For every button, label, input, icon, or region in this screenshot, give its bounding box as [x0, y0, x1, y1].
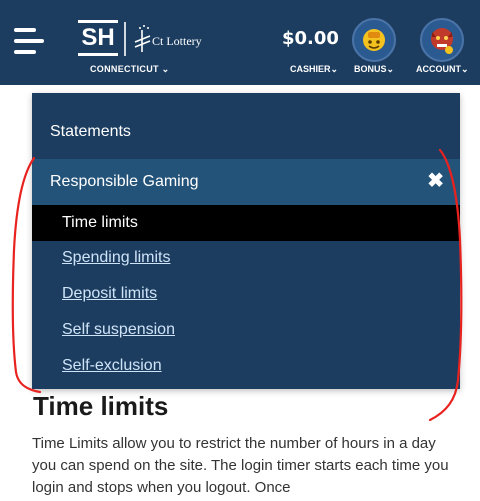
submenu-item-spending-limits[interactable]: Spending limits [62, 249, 171, 267]
ct-lottery-logo: Ct Lottery [132, 22, 222, 56]
menu-item-responsible-gaming[interactable]: Responsible Gaming ✖ [32, 159, 460, 205]
submenu-item-self-exclusion[interactable]: Self-exclusion [62, 357, 162, 375]
account-balance: $0.00 [282, 28, 339, 49]
page-description: Time Limits allow you to restrict the nu… [32, 435, 449, 496]
close-icon[interactable]: ✖ [427, 171, 444, 191]
submenu-item-time-limits[interactable]: Time limits [32, 205, 460, 241]
submenu-item-self-suspension[interactable]: Self suspension [62, 321, 175, 339]
ct-lottery-emblem-icon [134, 25, 151, 52]
account-dropdown[interactable]: ACCOUNT⌄ [416, 64, 469, 75]
top-header: SH Ct Lottery CONNECTICUT ⌄ $0.00 CASHIE… [0, 0, 480, 85]
account-avatar-icon[interactable] [420, 18, 464, 62]
ct-lottery-text: Ct Lottery [152, 34, 202, 48]
page-title: Time limits [33, 391, 169, 421]
account-menu-panel: Statements Responsible Gaming ✖ Time lim… [32, 93, 460, 389]
bonus-dropdown[interactable]: BONUS⌄ [354, 64, 394, 75]
bonus-icon[interactable] [352, 18, 396, 62]
submenu-item-label: Time limits [62, 214, 138, 231]
logo-divider [124, 22, 126, 56]
responsible-gaming-label: Responsible Gaming [50, 173, 199, 190]
hamburger-menu-icon[interactable] [14, 28, 44, 56]
state-selector[interactable]: CONNECTICUT ⌄ [90, 64, 169, 75]
submenu-item-deposit-limits[interactable]: Deposit limits [62, 285, 157, 303]
menu-item-statements[interactable]: Statements [50, 123, 131, 141]
sh-logo[interactable]: SH [78, 20, 118, 58]
cashier-dropdown[interactable]: CASHIER⌄ [290, 64, 338, 75]
